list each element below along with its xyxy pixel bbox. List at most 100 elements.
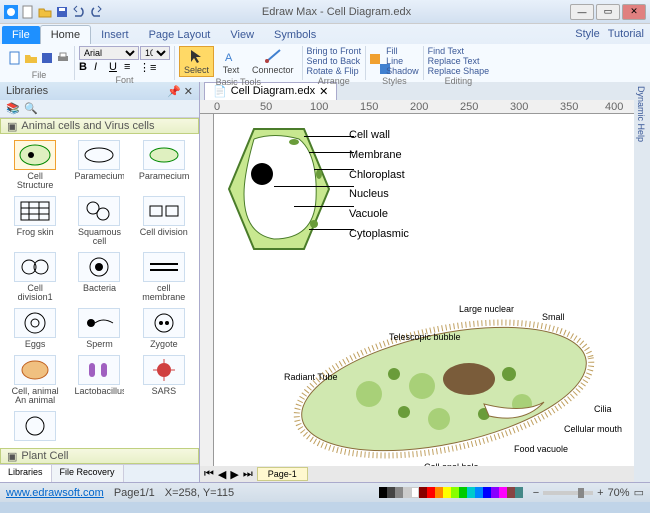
connector-tool[interactable]: Connector — [248, 47, 298, 76]
line-button[interactable]: Line — [386, 56, 419, 66]
vertical-ruler — [200, 114, 214, 466]
bullets-icon[interactable]: ⋮≡ — [139, 61, 153, 75]
website-link[interactable]: www.edrawsoft.com — [6, 487, 104, 499]
print-icon[interactable] — [56, 51, 70, 65]
fill-button[interactable]: Fill — [386, 46, 419, 56]
tab-view[interactable]: View — [220, 26, 264, 44]
shape-frog-skin[interactable]: Frog skin — [4, 194, 66, 248]
underline-icon[interactable]: U — [109, 61, 123, 75]
tab-insert[interactable]: Insert — [91, 26, 139, 44]
zoom-out-icon[interactable]: − — [533, 487, 539, 499]
send-back-button[interactable]: Send to Back — [307, 56, 361, 66]
status-bar: www.edrawsoft.com Page1/1 X=258, Y=115 −… — [0, 482, 650, 502]
group-editing: Find Text Replace Text Replace Shape Edi… — [424, 46, 494, 80]
shape-membrane[interactable]: cell membrane — [133, 250, 195, 304]
library-menu-icon[interactable]: 📚▾ — [6, 102, 20, 116]
shape-cell-division1[interactable]: Cell division1 — [4, 250, 66, 304]
color-palette[interactable] — [379, 487, 523, 498]
zoom-control: − + 70% ▭ — [533, 486, 644, 499]
save-icon[interactable] — [55, 5, 69, 19]
find-button[interactable]: Find Text — [428, 46, 464, 56]
horizontal-ruler: 050100150200250300350400 — [200, 100, 634, 114]
open-icon[interactable] — [38, 5, 52, 19]
tutorial-link[interactable]: Tutorial — [608, 28, 644, 40]
page-nav-first[interactable]: ⏮ — [204, 468, 214, 481]
expand-icon: ▣ — [7, 450, 17, 463]
close-button[interactable]: ✕ — [622, 4, 646, 20]
ribbon-tabs: File Home Insert Page Layout View Symbol… — [0, 24, 650, 44]
group-font: Arial 10 B I U ≡ ⋮≡ Font — [75, 46, 175, 80]
sidebar-tab-libraries[interactable]: Libraries — [0, 465, 52, 482]
new-icon[interactable] — [21, 5, 35, 19]
page-nav-prev[interactable]: ◀ — [218, 468, 226, 481]
theme-icon[interactable] — [370, 54, 384, 68]
shape-sars[interactable]: SARS — [133, 353, 195, 407]
page-nav-next[interactable]: ▶ — [230, 468, 238, 481]
page-nav-last[interactable]: ⏭ — [243, 468, 253, 481]
group-basic-tools: Select AText Connector Basic Tools — [175, 46, 303, 80]
shape-squamous[interactable]: Squamous cell — [68, 194, 130, 248]
bold-icon[interactable]: B — [79, 61, 93, 75]
shape-cell-division[interactable]: Cell division — [133, 194, 195, 248]
fit-page-icon[interactable]: ▭ — [634, 486, 644, 499]
minimize-button[interactable]: — — [570, 4, 594, 20]
sidebar-tab-recovery[interactable]: File Recovery — [52, 465, 124, 482]
canvas-area: 📄 Cell Diagram.edx ✕ 0501001502002503003… — [200, 82, 634, 482]
zoom-in-icon[interactable]: + — [597, 487, 603, 499]
shape-eggs[interactable]: Eggs — [4, 306, 66, 351]
zoom-level: 70% — [608, 487, 630, 499]
page-indicator: Page1/1 — [114, 487, 155, 499]
svg-text:A: A — [225, 52, 233, 64]
category-plant-cell[interactable]: ▣ Plant Cell — [0, 448, 199, 464]
align-icon[interactable]: ≡ — [124, 61, 138, 75]
tab-home[interactable]: Home — [40, 25, 91, 44]
undo-icon[interactable] — [72, 5, 86, 19]
replace-button[interactable]: Replace Text — [428, 56, 480, 66]
style-link[interactable]: Style — [575, 28, 599, 40]
quick-access-toolbar — [4, 5, 103, 19]
title-bar: Edraw Max - Cell Diagram.edx — ▭ ✕ — [0, 0, 650, 24]
bring-front-button[interactable]: Bring to Front — [307, 46, 362, 56]
shape-paramecium-2[interactable]: Paramecium — [133, 138, 195, 192]
collapse-icon: ▣ — [7, 120, 17, 133]
page-tabs: ⏮ ◀ ▶ ⏭ Page-1 — [200, 466, 634, 482]
shape-bacteria[interactable]: Bacteria — [68, 250, 130, 304]
plant-cell-diagram[interactable] — [224, 124, 334, 254]
new-icon[interactable] — [8, 51, 22, 65]
shape-lactobacillus[interactable]: Lactobacillus — [68, 353, 130, 407]
select-tool[interactable]: Select — [179, 46, 214, 77]
category-animal-cells[interactable]: ▣ Animal cells and Virus cells — [0, 118, 199, 134]
save-icon[interactable] — [40, 51, 54, 65]
zoom-slider[interactable] — [543, 491, 593, 495]
libraries-panel: Libraries 📌 ✕ 📚▾ 🔍 ▣ Animal cells and Vi… — [0, 82, 200, 482]
dynamic-help-tab[interactable]: Dynamic Help — [634, 82, 650, 482]
rotate-flip-button[interactable]: Rotate & Flip — [307, 66, 359, 76]
font-name-select[interactable]: Arial — [79, 46, 139, 60]
window-title: Edraw Max - Cell Diagram.edx — [103, 6, 570, 18]
shadow-button[interactable]: Shadow — [386, 66, 419, 76]
replace-shape-button[interactable]: Replace Shape — [428, 66, 490, 76]
open-icon[interactable] — [24, 51, 38, 65]
font-size-select[interactable]: 10 — [140, 46, 170, 60]
close-tab-icon[interactable]: ✕ — [319, 85, 328, 98]
page-tab-1[interactable]: Page-1 — [257, 467, 308, 481]
redo-icon[interactable] — [89, 5, 103, 19]
shape-paramecium[interactable]: Paramecium — [68, 138, 130, 192]
tab-file[interactable]: File — [2, 26, 40, 44]
drawing-page[interactable]: Cell wall Membrane Chloroplast Nucleus V… — [214, 114, 634, 466]
text-tool[interactable]: AText — [216, 47, 246, 76]
shape-sperm[interactable]: Sperm — [68, 306, 130, 351]
shape-extra[interactable] — [4, 409, 66, 445]
app-icon — [4, 5, 18, 19]
window-controls: — ▭ ✕ — [570, 4, 646, 20]
tab-symbols[interactable]: Symbols — [264, 26, 326, 44]
search-icon[interactable]: 🔍 — [24, 102, 38, 116]
shape-cell-structure[interactable]: Cell Structure — [4, 138, 66, 192]
maximize-button[interactable]: ▭ — [596, 4, 620, 20]
italic-icon[interactable]: I — [94, 61, 108, 75]
shapes-grid: Cell Structure Paramecium Paramecium Fro… — [0, 134, 199, 448]
group-file: File — [4, 46, 75, 80]
shape-cell-animal[interactable]: Cell, animal An animal — [4, 353, 66, 407]
shape-zygote[interactable]: Zygote — [133, 306, 195, 351]
tab-page-layout[interactable]: Page Layout — [139, 26, 221, 44]
